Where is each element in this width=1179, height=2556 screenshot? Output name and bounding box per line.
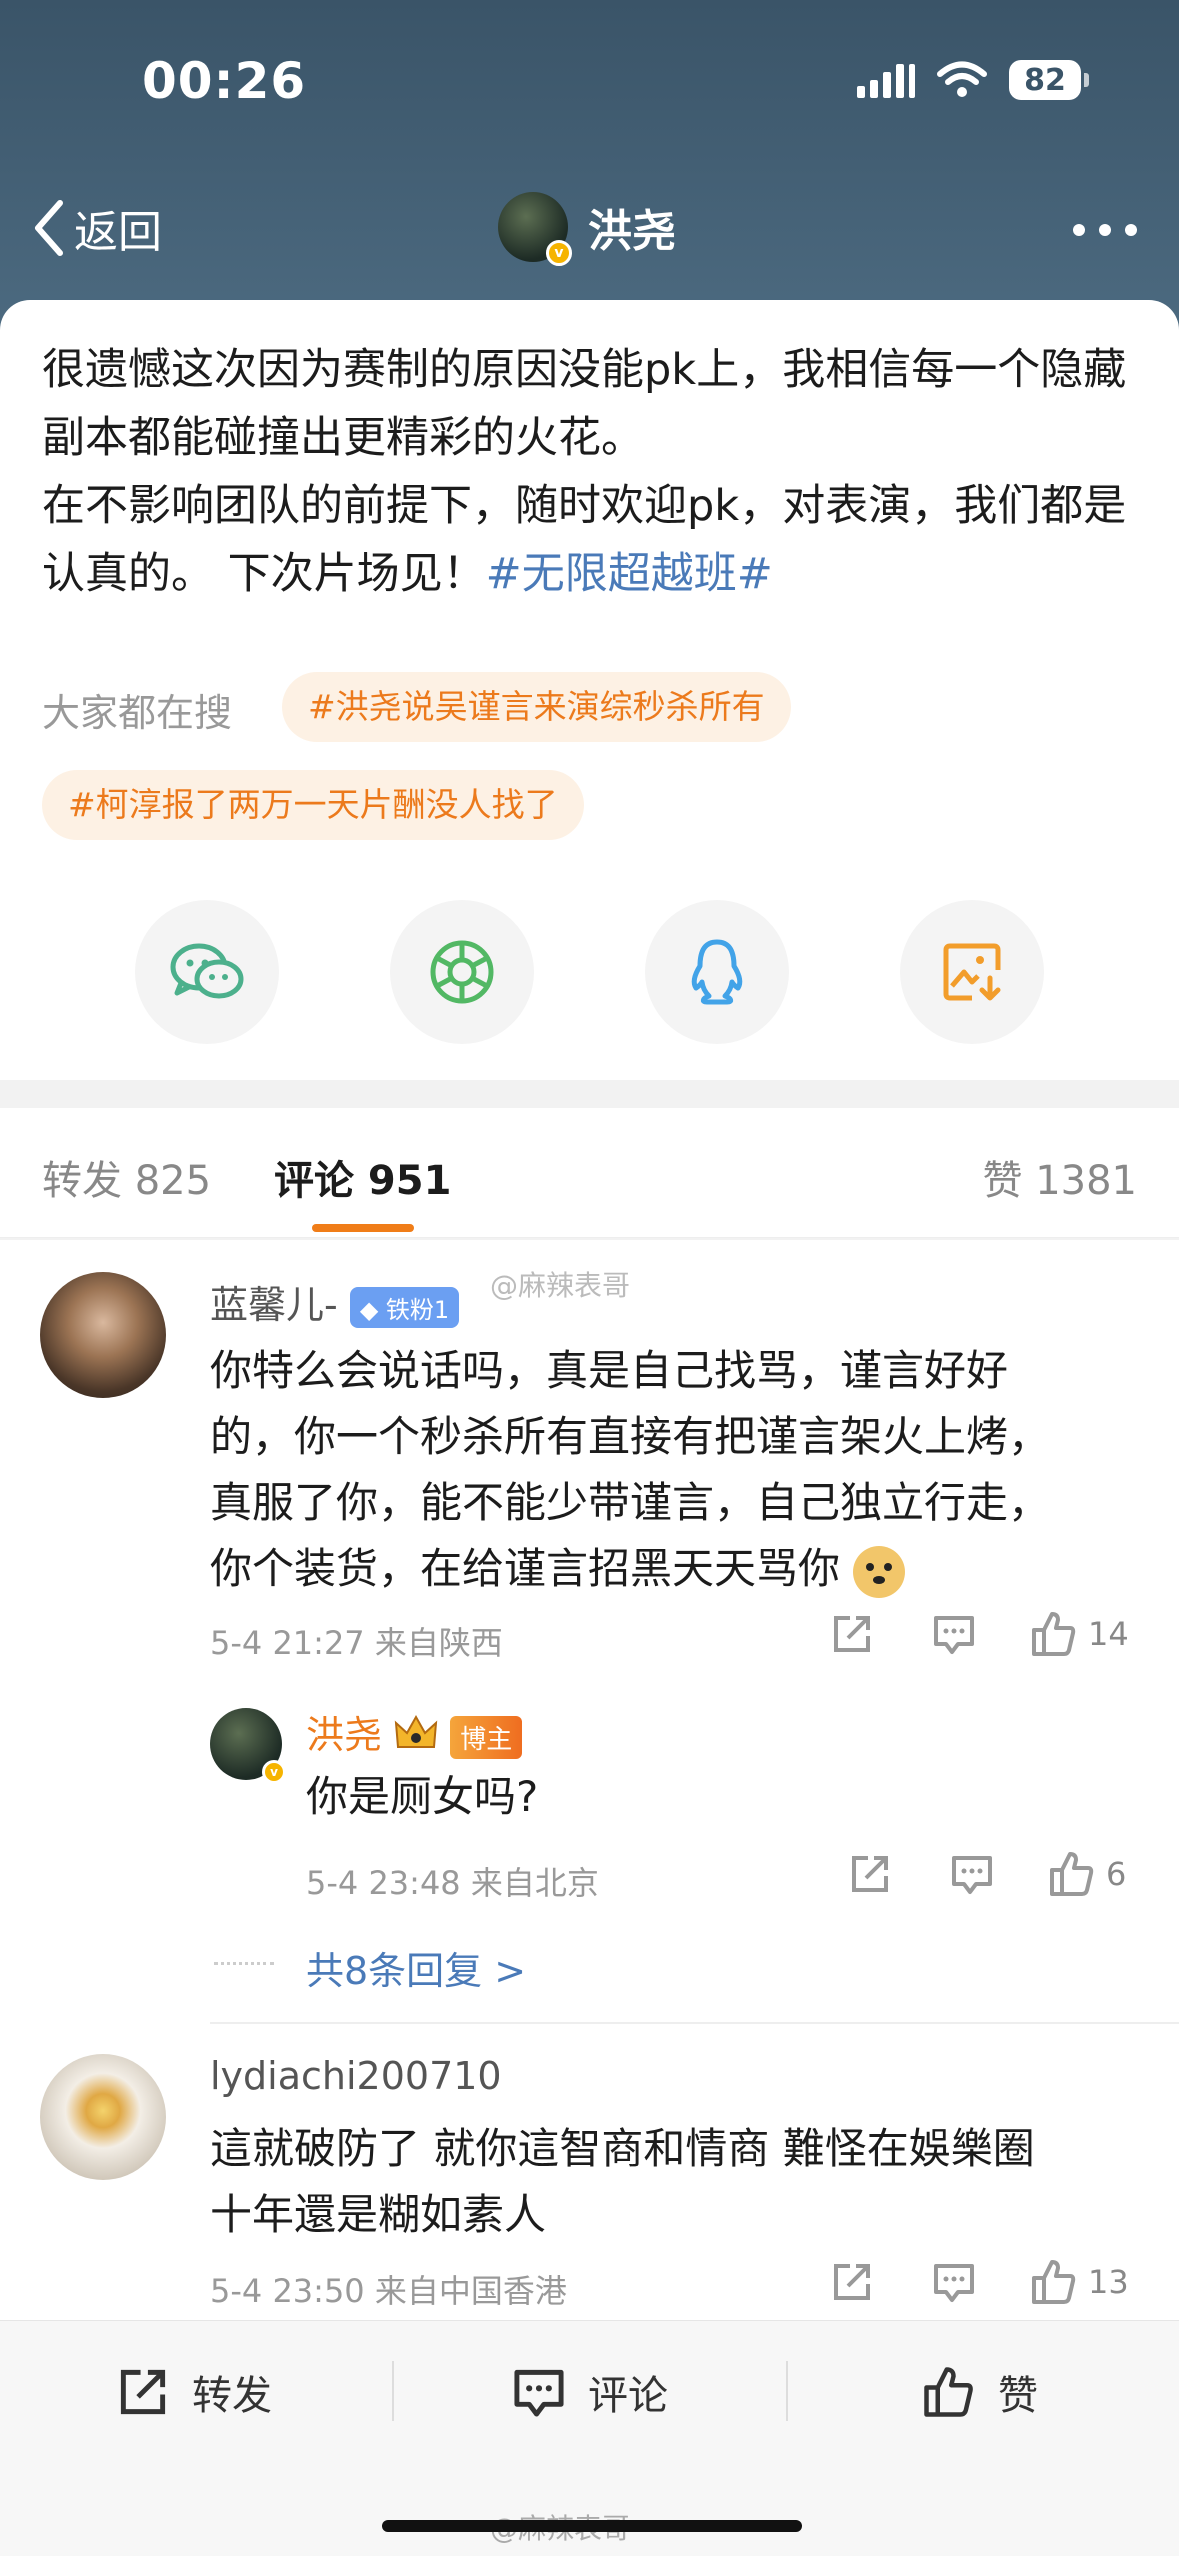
separator (392, 2361, 394, 2421)
share-icon (834, 1616, 870, 1652)
comment-author[interactable]: lydiachi200710 (210, 2054, 502, 2098)
comment-author[interactable]: 蓝馨儿- ◆ 铁粉1 (210, 1274, 460, 1329)
repost-reply-button[interactable] (848, 1852, 892, 1896)
fan-badge: ◆ 铁粉1 (349, 1287, 460, 1328)
dot-icon (1073, 224, 1085, 236)
more-replies-divider (214, 1962, 274, 1965)
comment-list: 蓝馨儿- ◆ 铁粉1 @麻辣表哥 你特么会说话吗，真是自己找骂，谨言好好 的，你… (0, 1240, 1179, 2320)
like-comment-button[interactable]: 14 (1030, 1610, 1129, 1658)
chevron-left-icon (35, 200, 63, 256)
hashtag-link[interactable]: #无限超越班# (486, 549, 773, 599)
like-comment-button[interactable]: 13 (1030, 2258, 1129, 2306)
crown-icon (394, 1713, 438, 1762)
avatar: v (498, 192, 572, 266)
wechat-share-button[interactable] (135, 900, 279, 1044)
comment-meta: 5-4 21:27 来自陕西 (210, 1624, 503, 1662)
comment-icon (952, 1856, 992, 1894)
comment-button[interactable]: 评论 (512, 2363, 668, 2421)
comment-icon (514, 2369, 564, 2417)
back-button[interactable]: 返回 (32, 196, 162, 260)
comment-icon (934, 1616, 974, 1654)
post-card: 很遗憾这次因为赛制的原因没能pk上，我相信每一个隐藏副本都能碰撞出更精彩的火花。… (0, 300, 1179, 1080)
trending-pill[interactable]: #柯淳报了两万一天片酬没人找了 (42, 770, 584, 840)
post-text: 很遗憾这次因为赛制的原因没能pk上，我相信每一个隐藏副本都能碰撞出更精彩的火花。… (42, 336, 1142, 608)
home-indicator (382, 2520, 802, 2532)
more-button[interactable] (1073, 224, 1137, 236)
like-reply-button[interactable]: 6 (1048, 1850, 1126, 1898)
verified-icon: v (262, 1760, 286, 1784)
reply-comment-button[interactable] (932, 2260, 976, 2304)
share-icon (852, 1856, 888, 1892)
repost-comment-button[interactable] (830, 1612, 874, 1656)
repost-comment-button[interactable] (830, 2260, 874, 2304)
dot-icon (1099, 224, 1111, 236)
tab-comment[interactable]: 评论 951 (274, 1148, 451, 1206)
tab-underline (312, 1224, 414, 1232)
repost-button[interactable]: 转发 (116, 2363, 272, 2421)
wechat-icon (170, 943, 244, 999)
header: 00:26 82 返回 v 洪尧 (0, 0, 1179, 330)
share-icon (120, 2369, 166, 2415)
reply-meta: 5-4 23:48 来自北京 (306, 1864, 599, 1902)
tab-like[interactable]: 赞 1381 (982, 1148, 1137, 1206)
page-title: 洪尧 (588, 206, 676, 257)
status-time: 00:26 (142, 52, 307, 110)
status-icons: 82 (857, 60, 1089, 100)
post-paragraph: 很遗憾这次因为赛制的原因没能pk上，我相信每一个隐藏副本都能碰撞出更精彩的火花。 (42, 345, 1127, 463)
host-badge: 博主 (450, 1716, 523, 1759)
like-button[interactable]: 赞 (922, 2363, 1038, 2421)
comment-icon (934, 2264, 974, 2302)
tab-repost[interactable]: 转发 825 (42, 1148, 211, 1206)
thumbs-up-icon (924, 2367, 973, 2417)
signal-icon (857, 62, 915, 98)
comment-text: 你特么会说话吗，真是自己找骂，谨言好好 的，你一个秒杀所有直接有把谨言架火上烤，… (210, 1338, 1150, 1602)
separator (786, 2361, 788, 2421)
avatar[interactable] (40, 1272, 166, 1398)
qq-icon (691, 939, 743, 1005)
post-paragraph: 在不影响团队的前提下，随时欢迎pk，对表演，我们都是认真的。 下次片场见！#无限… (42, 481, 1127, 599)
reply-comment-button[interactable] (932, 1612, 976, 1656)
battery-icon: 82 (1009, 60, 1089, 100)
share-icon (834, 2264, 870, 2300)
wifi-icon (937, 61, 987, 97)
moments-share-button[interactable] (390, 900, 534, 1044)
thumbs-up-icon (1032, 1612, 1076, 1656)
post-tabs: 转发 825 评论 951 赞 1381 (0, 1108, 1179, 1238)
comment-meta: 5-4 23:50 来自中国香港 (210, 2272, 567, 2310)
doge-emoji-icon (853, 1545, 906, 1598)
more-replies-link[interactable]: 共8条回复 > (306, 1940, 526, 1995)
reply-reply-button[interactable] (950, 1852, 994, 1896)
thumbs-up-icon (1050, 1852, 1094, 1896)
watermark: @麻辣表哥 (490, 1269, 631, 1302)
avatar[interactable] (40, 2054, 166, 2180)
reply-author[interactable]: 洪尧 博主 (306, 1704, 523, 1762)
search-label: 大家都在搜 (42, 691, 233, 735)
back-label: 返回 (74, 207, 162, 258)
comment-text: 這就破防了 就你這智商和情商 難怪在娛樂圈 十年還是糊如素人 (210, 2124, 1035, 2239)
dot-icon (1125, 224, 1137, 236)
reply-text: 你是厕女吗? (306, 1772, 539, 1821)
divider (210, 2022, 1179, 2024)
avatar[interactable]: v (210, 1708, 286, 1784)
trending-pill[interactable]: #洪尧说吴谨言来演综秒杀所有 (282, 672, 791, 742)
thumbs-up-icon (1032, 2260, 1076, 2304)
qq-share-button[interactable] (645, 900, 789, 1044)
image-download-icon (943, 943, 1001, 1001)
profile-title[interactable]: v 洪尧 (498, 192, 676, 266)
save-image-button[interactable] (900, 900, 1044, 1044)
verified-icon: v (546, 240, 572, 266)
moments-icon (430, 940, 494, 1004)
